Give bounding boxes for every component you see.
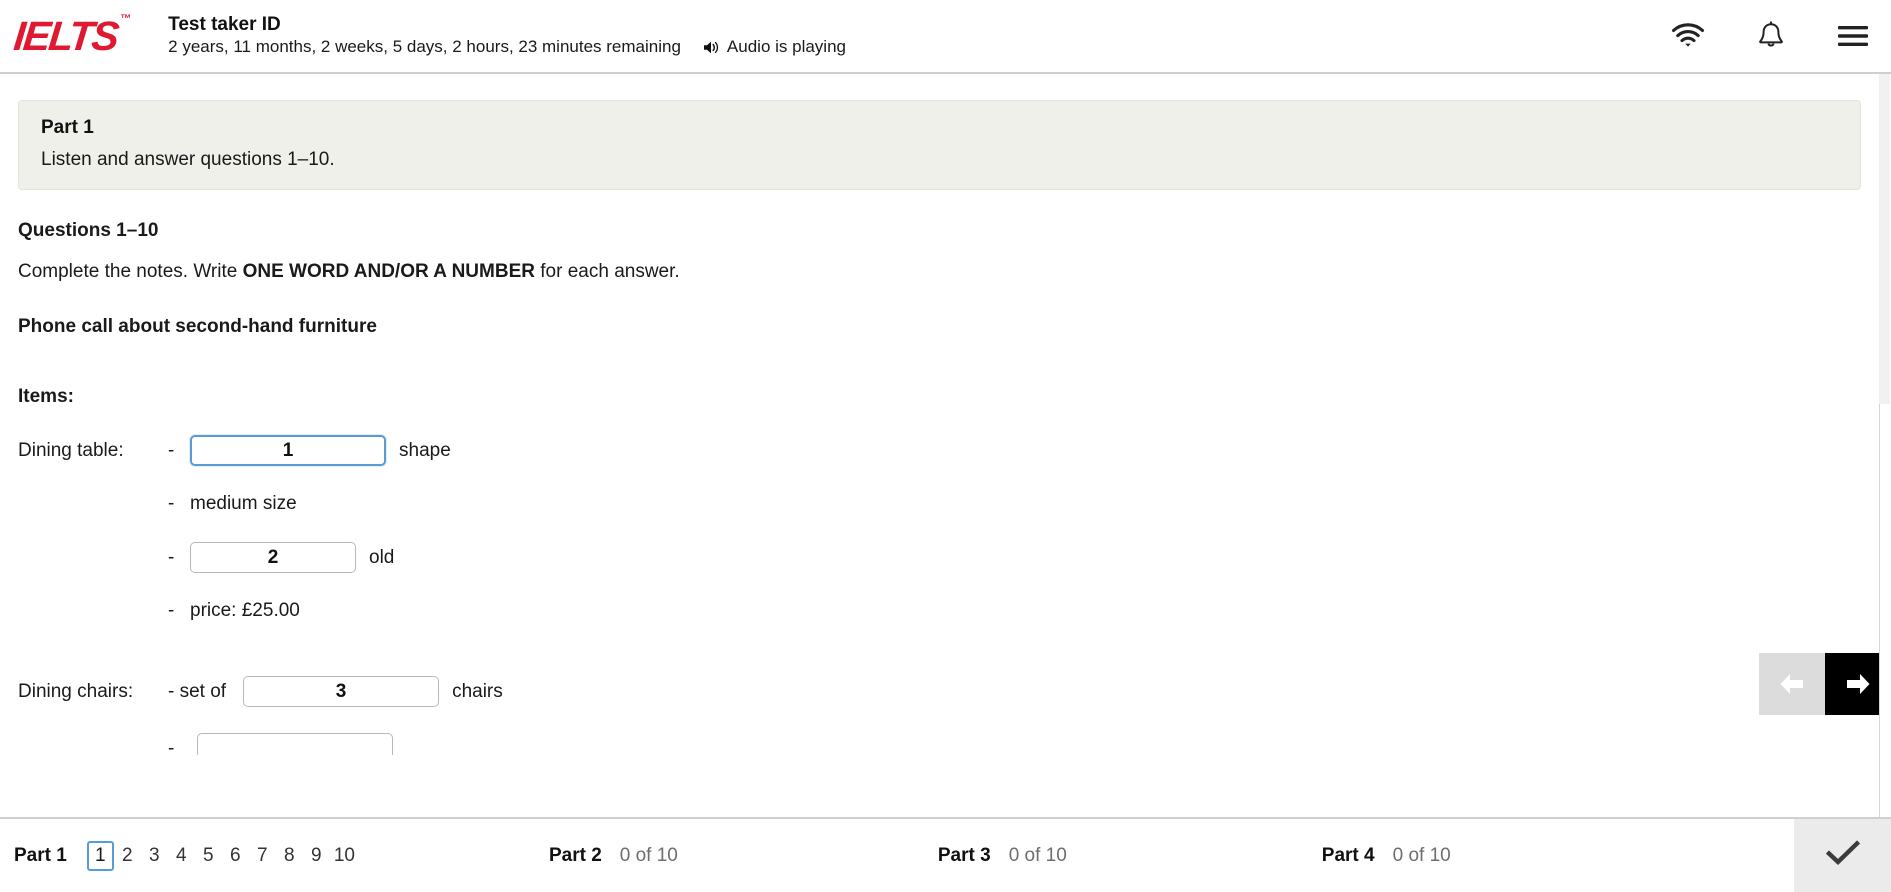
part-title: Part 1 (41, 117, 94, 138)
note-row-text: medium size (190, 493, 297, 514)
question-number-1[interactable]: 1 (86, 840, 114, 871)
question-number-3[interactable]: 3 (141, 841, 168, 871)
audio-status-text: Audio is playing (726, 37, 846, 57)
note-row-text: price: £25.00 (190, 600, 300, 621)
questions-heading: Questions 1–10 (18, 220, 159, 241)
questions-instruction: Complete the notes. Write ONE WORD AND/O… (18, 261, 1873, 283)
question-navigation-arrows (1759, 653, 1891, 715)
note-row-label: Dining chairs: (18, 680, 134, 702)
question-number-2[interactable]: 2 (114, 841, 141, 871)
answer-input-3[interactable] (243, 676, 440, 707)
footer-part-1[interactable]: Part 1 1 2 3 4 5 6 7 8 9 10 (14, 840, 359, 871)
part-2-label: Part 2 (548, 844, 602, 866)
part-instruction-panel: Part 1 Listen and answer questions 1–10. (18, 100, 1861, 190)
wifi-icon[interactable] (1671, 23, 1705, 49)
note-row: Dining table: - shape (18, 435, 1873, 466)
previous-question-button[interactable] (1759, 653, 1825, 715)
trademark-symbol: ™ (119, 12, 132, 25)
part-instruction-text: Listen and answer questions 1–10. (41, 149, 335, 170)
vertical-scrollbar[interactable] (1879, 74, 1891, 817)
test-taker-id-label: Test taker ID (168, 14, 281, 36)
hamburger-menu-icon[interactable] (1837, 24, 1869, 48)
bell-icon[interactable] (1757, 20, 1785, 52)
part-4-label: Part 4 (1321, 844, 1375, 866)
answer-input-2[interactable] (190, 542, 356, 573)
note-row: - old (18, 542, 1873, 573)
note-row-dash: - (168, 600, 175, 621)
note-row-after-text: shape (399, 439, 451, 461)
part-4-count: 0 of 10 (1392, 844, 1451, 866)
footer-part-4[interactable]: Part 4 0 of 10 (1322, 845, 1451, 867)
note-row-label: Dining table: (18, 439, 124, 461)
question-number-9[interactable]: 9 (303, 841, 330, 871)
note-row: - price: £25.00 (18, 600, 1873, 622)
ielts-logo: IELTS™ (11, 12, 132, 59)
note-row-dash: - (168, 439, 175, 461)
part-3-label: Part 3 (937, 844, 991, 866)
scrollbar-thumb[interactable] (1879, 74, 1890, 404)
part-1-label: Part 1 (14, 844, 67, 866)
instruction-bold-text: ONE WORD AND/OR A NUMBER (242, 261, 535, 282)
audio-status: Audio is playing (703, 37, 846, 57)
part-1-question-numbers: 1 2 3 4 5 6 7 8 9 10 (86, 840, 359, 871)
question-number-4[interactable]: 4 (168, 841, 195, 871)
question-number-10[interactable]: 10 (330, 841, 359, 871)
question-number-7[interactable]: 7 (249, 841, 276, 871)
answer-input-1[interactable] (190, 435, 386, 466)
question-navigation-footer: Part 1 1 2 3 4 5 6 7 8 9 10 Part 2 0 of … (0, 817, 1891, 892)
question-number-6[interactable]: 6 (222, 841, 249, 871)
question-number-8[interactable]: 8 (276, 841, 303, 871)
note-row-dash: - set of (168, 680, 227, 702)
instruction-post-text: for each answer. (534, 261, 680, 282)
note-row-after-text: old (369, 546, 395, 568)
note-row-after-text: chairs (452, 680, 503, 702)
items-section-label: Items: (18, 386, 74, 407)
footer-part-3[interactable]: Part 3 0 of 10 (938, 845, 1067, 867)
answer-input-4[interactable] (196, 733, 393, 755)
note-row-text (183, 738, 188, 756)
note-row-clipped: - (18, 733, 1873, 755)
logo-text: IELTS (11, 12, 120, 59)
note-row-dash: - (168, 737, 175, 756)
app-header: IELTS™ Test taker ID 2 years, 11 months,… (0, 0, 1891, 74)
header-info: Test taker ID 2 years, 11 months, 2 week… (168, 14, 846, 57)
footer-part-2[interactable]: Part 2 0 of 10 (549, 845, 678, 867)
note-row-dash: - (168, 493, 175, 514)
header-icon-group (1671, 0, 1869, 72)
checkmark-icon (1825, 839, 1860, 872)
note-row-dash: - (168, 546, 175, 568)
part-3-count: 0 of 10 (1008, 844, 1067, 866)
speaker-icon (703, 40, 720, 55)
header-status-line: 2 years, 11 months, 2 weeks, 5 days, 2 h… (168, 37, 846, 57)
notes-title: Phone call about second-hand furniture (18, 316, 377, 337)
part-2-count: 0 of 10 (619, 844, 678, 866)
instruction-pre-text: Complete the notes. Write (18, 261, 243, 282)
review-answers-button[interactable] (1794, 819, 1891, 892)
note-row: Dining chairs: - set of chairs (18, 676, 1873, 707)
question-number-5[interactable]: 5 (195, 841, 222, 871)
time-remaining-text: 2 years, 11 months, 2 weeks, 5 days, 2 h… (168, 37, 681, 57)
test-content-area: Part 1 Listen and answer questions 1–10.… (0, 74, 1891, 817)
note-row-after-text (406, 738, 411, 756)
note-row: - medium size (18, 493, 1873, 515)
